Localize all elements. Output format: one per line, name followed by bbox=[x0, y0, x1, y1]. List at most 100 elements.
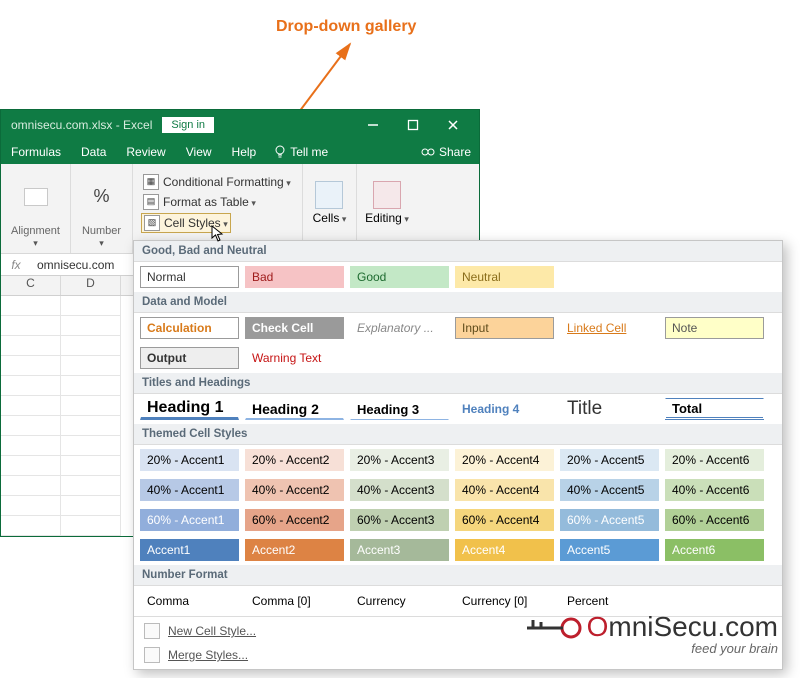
style-swatch[interactable]: Comma [0] bbox=[245, 590, 344, 612]
style-swatch[interactable]: Accent5 bbox=[560, 539, 659, 561]
style-swatch[interactable]: Currency bbox=[350, 590, 449, 612]
col-header-c[interactable]: C bbox=[1, 276, 61, 295]
format-as-table-label: Format as Table bbox=[163, 195, 256, 209]
style-swatch[interactable]: Accent3 bbox=[350, 539, 449, 561]
style-swatch[interactable]: 20% - Accent4 bbox=[455, 449, 554, 471]
new-cell-style-icon bbox=[144, 623, 160, 639]
ribbon-tabs: Formulas Data Review View Help Tell me S… bbox=[1, 140, 479, 164]
conditional-formatting-label: Conditional Formatting bbox=[163, 175, 291, 189]
style-swatch[interactable]: 60% - Accent3 bbox=[350, 509, 449, 531]
style-swatch[interactable]: Heading 1 bbox=[140, 398, 239, 420]
gal-row-tcs20: 20% - Accent1 20% - Accent2 20% - Accent3 2… bbox=[134, 445, 782, 475]
style-swatch[interactable]: Warning Text bbox=[245, 347, 344, 369]
style-swatch[interactable]: Output bbox=[140, 347, 239, 369]
signin-button[interactable]: Sign in bbox=[162, 117, 214, 133]
style-swatch[interactable]: Accent1 bbox=[140, 539, 239, 561]
brand-tagline: feed your brain bbox=[527, 641, 778, 656]
key-icon bbox=[527, 616, 583, 640]
alignment-dropdown[interactable] bbox=[24, 188, 48, 206]
style-swatch[interactable]: Accent4 bbox=[455, 539, 554, 561]
gal-section-th: Titles and Headings bbox=[134, 373, 782, 394]
style-swatch[interactable]: 40% - Accent2 bbox=[245, 479, 344, 501]
editing-dropdown[interactable]: Editing bbox=[365, 181, 409, 225]
style-swatch[interactable]: 40% - Accent4 bbox=[455, 479, 554, 501]
style-swatch[interactable]: 20% - Accent3 bbox=[350, 449, 449, 471]
style-swatch[interactable]: 60% - Accent5 bbox=[560, 509, 659, 531]
style-swatch[interactable]: Title bbox=[560, 398, 659, 420]
style-swatch[interactable]: Check Cell bbox=[245, 317, 344, 339]
style-swatch[interactable]: 60% - Accent2 bbox=[245, 509, 344, 531]
cell-styles-icon: ▧ bbox=[144, 215, 160, 231]
tab-data[interactable]: Data bbox=[71, 145, 116, 159]
bulb-icon bbox=[274, 145, 286, 159]
merge-styles-icon bbox=[144, 647, 160, 663]
style-swatch[interactable]: Explanatory ... bbox=[350, 317, 449, 339]
style-swatch[interactable]: Accent6 bbox=[665, 539, 764, 561]
style-swatch[interactable]: 20% - Accent2 bbox=[245, 449, 344, 471]
tell-me[interactable]: Tell me bbox=[266, 145, 336, 159]
style-swatch[interactable]: Linked Cell bbox=[560, 317, 659, 339]
style-swatch[interactable]: 40% - Accent5 bbox=[560, 479, 659, 501]
gal-section-gbn: Good, Bad and Neutral bbox=[134, 241, 782, 262]
style-swatch[interactable]: Comma bbox=[140, 590, 239, 612]
conditional-formatting-icon: ▦ bbox=[143, 174, 159, 190]
cell-styles-gallery: Good, Bad and Neutral Normal Bad Good Neutr… bbox=[133, 240, 783, 670]
tab-view[interactable]: View bbox=[176, 145, 222, 159]
style-swatch[interactable]: 20% - Accent1 bbox=[140, 449, 239, 471]
gal-row-dm2: Output Warning Text bbox=[134, 343, 782, 373]
style-swatch[interactable]: Input bbox=[455, 317, 554, 339]
tab-formulas[interactable]: Formulas bbox=[1, 145, 71, 159]
style-swatch[interactable]: 20% - Accent5 bbox=[560, 449, 659, 471]
style-swatch[interactable]: 60% - Accent1 bbox=[140, 509, 239, 531]
style-swatch[interactable]: Heading 3 bbox=[350, 398, 449, 420]
style-swatch[interactable]: 60% - Accent4 bbox=[455, 509, 554, 531]
gal-row-tcsA: Accent1 Accent2 Accent3 Accent4 Accent5 Accen… bbox=[134, 535, 782, 565]
cells-dropdown[interactable]: Cells bbox=[313, 181, 347, 225]
cell-styles[interactable]: ▧ Cell Styles bbox=[141, 213, 231, 233]
gal-row-tcs40: 40% - Accent1 40% - Accent2 40% - Accent3 4… bbox=[134, 475, 782, 505]
style-swatch[interactable]: Normal bbox=[140, 266, 239, 288]
format-as-table-icon: ▤ bbox=[143, 194, 159, 210]
style-swatch[interactable]: Heading 2 bbox=[245, 398, 344, 420]
style-swatch[interactable]: 20% - Accent6 bbox=[665, 449, 764, 471]
cell-styles-label: Cell Styles bbox=[164, 216, 228, 230]
style-swatch[interactable]: Total bbox=[665, 398, 764, 420]
maximize-button[interactable] bbox=[393, 110, 433, 140]
gal-row-gbn: Normal Bad Good Neutral bbox=[134, 262, 782, 292]
style-swatch[interactable]: 40% - Accent1 bbox=[140, 479, 239, 501]
style-swatch[interactable]: Accent2 bbox=[245, 539, 344, 561]
gal-row-dm1: Calculation Check Cell Explanatory ... Inpu… bbox=[134, 313, 782, 343]
style-swatch[interactable]: Percent bbox=[560, 590, 659, 612]
minimize-button[interactable] bbox=[353, 110, 393, 140]
style-swatch[interactable]: Neutral bbox=[455, 266, 554, 288]
share-button[interactable]: Share bbox=[413, 145, 479, 159]
style-swatch[interactable]: 60% - Accent6 bbox=[665, 509, 764, 531]
tab-review[interactable]: Review bbox=[116, 145, 175, 159]
style-swatch[interactable]: Bad bbox=[245, 266, 344, 288]
format-as-table[interactable]: ▤ Format as Table bbox=[141, 193, 258, 211]
fx-icon[interactable]: fx bbox=[1, 258, 31, 272]
percent-icon[interactable]: % bbox=[93, 186, 109, 207]
editing-icon bbox=[373, 181, 401, 209]
style-swatch[interactable]: Calculation bbox=[140, 317, 239, 339]
brand-o: O bbox=[587, 611, 609, 642]
close-button[interactable] bbox=[433, 110, 473, 140]
style-swatch[interactable]: 40% - Accent6 bbox=[665, 479, 764, 501]
conditional-formatting[interactable]: ▦ Conditional Formatting bbox=[141, 173, 293, 191]
merge-styles-label: Merge Styles... bbox=[168, 648, 248, 662]
group-alignment: Alignment bbox=[9, 225, 62, 251]
tell-me-label: Tell me bbox=[290, 145, 328, 159]
style-swatch[interactable]: Heading 4 bbox=[455, 398, 554, 420]
new-cell-style-label: New Cell Style... bbox=[168, 624, 256, 638]
cells-label: Cells bbox=[313, 211, 347, 225]
col-header-d[interactable]: D bbox=[61, 276, 121, 295]
style-swatch[interactable]: Good bbox=[350, 266, 449, 288]
brand-name-b: .com bbox=[717, 611, 778, 642]
tab-help[interactable]: Help bbox=[222, 145, 267, 159]
style-swatch[interactable]: 40% - Accent3 bbox=[350, 479, 449, 501]
titlebar: omnisecu.com.xlsx - Excel Sign in bbox=[1, 110, 479, 140]
style-swatch[interactable]: Note bbox=[665, 317, 764, 339]
share-label: Share bbox=[439, 145, 471, 159]
cells-icon bbox=[315, 181, 343, 209]
style-swatch[interactable]: Currency [0] bbox=[455, 590, 554, 612]
